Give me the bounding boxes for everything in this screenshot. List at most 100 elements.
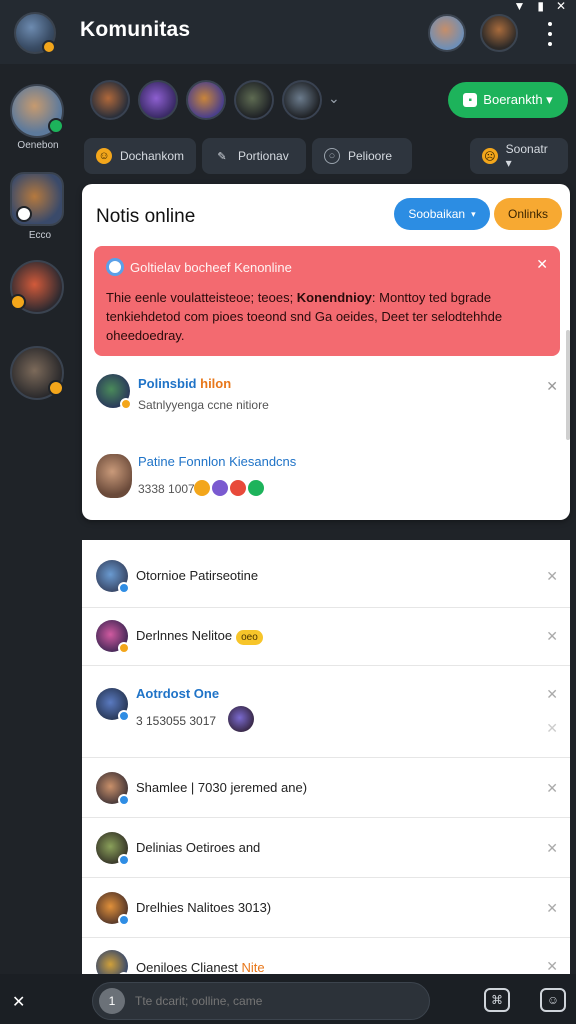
avatar[interactable] [234,80,274,120]
close-icon[interactable]: ✕ [546,568,558,585]
notification-list: Otornioe Patirseotine ✕ Derlnnes Nelitoe… [82,540,570,984]
close-icon[interactable]: ✕ [546,628,558,645]
list-item[interactable]: Otornioe Patirseotine ✕ [82,540,570,608]
list-item[interactable]: Patine Fonnlon Kiesandcns 3338 1007 [82,446,570,506]
tab-portionav[interactable]: ✎ Portionav [202,138,306,174]
tab-label: Portionav [238,149,289,163]
chevron-down-icon[interactable]: ⌄ [328,90,340,107]
close-icon[interactable]: ✕ [546,378,558,395]
sidebar-item-server[interactable] [10,346,64,400]
list-item-name: Polinsbid hilon [138,376,232,391]
avatar [96,892,130,926]
online-button-label: Boerankth ▾ [483,92,553,107]
info-icon [106,258,124,276]
close-icon[interactable]: ✕ [546,900,558,917]
list-item-name: Delinias Oetiroes and [136,840,261,855]
emoji-icon [230,480,246,496]
list-item-subtitle: 3 153055 3017 [136,714,217,728]
close-icon[interactable]: ✕ [546,958,558,975]
filter-tabs: ☺ Dochankom ✎ Portionav ○ Pelioore ☹ Soo… [84,138,568,174]
status-badge: oeo [236,630,263,645]
list-item[interactable]: Polinsbid hilon Satnlyyenga ccne nitiore… [82,370,570,430]
list-item[interactable]: Delinias Oetiroes and ✕ [82,818,570,878]
list-item[interactable]: Aotrdost One 3 153055 3017 ✕ ✕ [82,666,570,758]
filter-dropdown-button[interactable]: Soobaikan ▾ [394,198,490,230]
reaction-icons [194,480,264,496]
list-item-name: Drelhies Nalitoes 3013) [136,900,272,915]
message-input[interactable] [135,989,415,1013]
chat-icon: ▪ [463,93,478,107]
list-item-name: Shamlee | 7030 jeremed ane) [136,780,308,795]
alert-heading: Goltielav bocheef Kenonline [130,260,292,275]
avatar [96,374,132,410]
list-item-name: Patine Fonnlon Kiesandcns [138,454,297,469]
close-icon[interactable]: ✕ [546,686,558,703]
avatar [96,688,130,722]
avatar[interactable] [90,80,130,120]
list-item[interactable]: Oeniloes Clianest Nite ✕ [82,938,570,984]
controller-icon[interactable]: ⌘ [484,988,510,1012]
list-item-name: Oeniloes Clianest Nite [136,960,265,975]
tab-label: Pelioore [348,149,393,163]
sidebar-item-label: Oenebon [17,140,59,151]
tab-label: Soonatr ▾ [505,142,548,170]
message-composer: 1 [92,982,430,1020]
gem-icon [212,480,228,496]
sidebar-item-community[interactable] [10,84,64,138]
avatar[interactable] [186,80,226,120]
emoji-icon [194,480,210,496]
avatar[interactable] [282,80,322,120]
chevron-down-icon: ▾ [471,208,476,219]
filter-dropdown-label: Soobaikan [408,207,466,221]
sidebar-item-label: Ecco [28,230,52,241]
scrollbar[interactable] [566,330,570,440]
avatar[interactable] [480,14,518,52]
wifi-icon: ▼ [513,0,526,13]
bottom-bar: ✕ 1 ⌘ ☺ [0,974,576,1024]
sidebar: Oenebon Ecco [0,64,76,974]
pen-icon: ✎ [217,150,227,163]
tab-dochankom[interactable]: ☺ Dochankom [84,138,196,174]
page-title: Komunitas [80,18,191,41]
close-icon[interactable]: ✕ [546,780,558,797]
status-icons: ▼ ▮ ✕ [513,0,566,12]
status-badge [42,40,56,54]
battery-icon: ▮ [537,0,544,13]
emoji-icon: ☹ [482,148,498,164]
alert-body: Thie eenle voulatteisteoe; teoes; Konend… [106,290,503,343]
online-filter-button[interactable]: Onlinks [494,198,562,230]
top-bar: Komunitas [0,0,576,64]
avatar [96,832,130,866]
avatar [96,560,130,594]
notification-card: Notis online Soobaikan ▾ Onlinks Goltiel… [82,184,570,520]
close-icon[interactable]: ✕ [546,720,558,737]
list-item-name: Derlnnes Nelitoe oeo [136,628,263,645]
sidebar-item-guild[interactable] [10,260,64,314]
close-icon[interactable]: ✕ [546,840,558,857]
tab-soonatr[interactable]: ☹ Soonatr ▾ [470,138,568,174]
emoji-icon [248,480,264,496]
avatar[interactable] [138,80,178,120]
sidebar-item-group[interactable] [10,172,64,226]
list-item[interactable]: Shamlee | 7030 jeremed ane) ✕ [82,758,570,818]
avatar[interactable] [428,14,466,52]
online-button[interactable]: ▪ Boerankth ▾ [448,82,568,118]
compass-icon: ○ [324,148,340,164]
app-avatar[interactable] [14,12,56,54]
alert-banner: Goltielav bocheef Kenonline ✕ Thie eenle… [94,246,560,356]
tab-pelioore[interactable]: ○ Pelioore [312,138,412,174]
avatar [96,454,132,498]
list-item[interactable]: Derlnnes Nelitoe oeo ✕ [82,608,570,666]
close-icon[interactable]: ✕ [536,256,548,273]
list-item-subtitle: Satnlyyenga ccne nitiore [138,398,269,412]
close-icon[interactable]: ✕ [556,0,566,12]
avatar [228,706,254,732]
avatar [96,620,130,654]
shuffle-icon[interactable]: ✕ [12,992,25,1012]
emoji-icon: ☺ [96,148,112,164]
list-item[interactable]: Drelhies Nalitoes 3013) ✕ [82,878,570,938]
list-item-name: Aotrdost One [136,686,220,701]
more-options-icon[interactable] [540,22,560,46]
profile-icon[interactable]: ☺ [540,988,566,1012]
tab-label: Dochankom [119,149,184,163]
